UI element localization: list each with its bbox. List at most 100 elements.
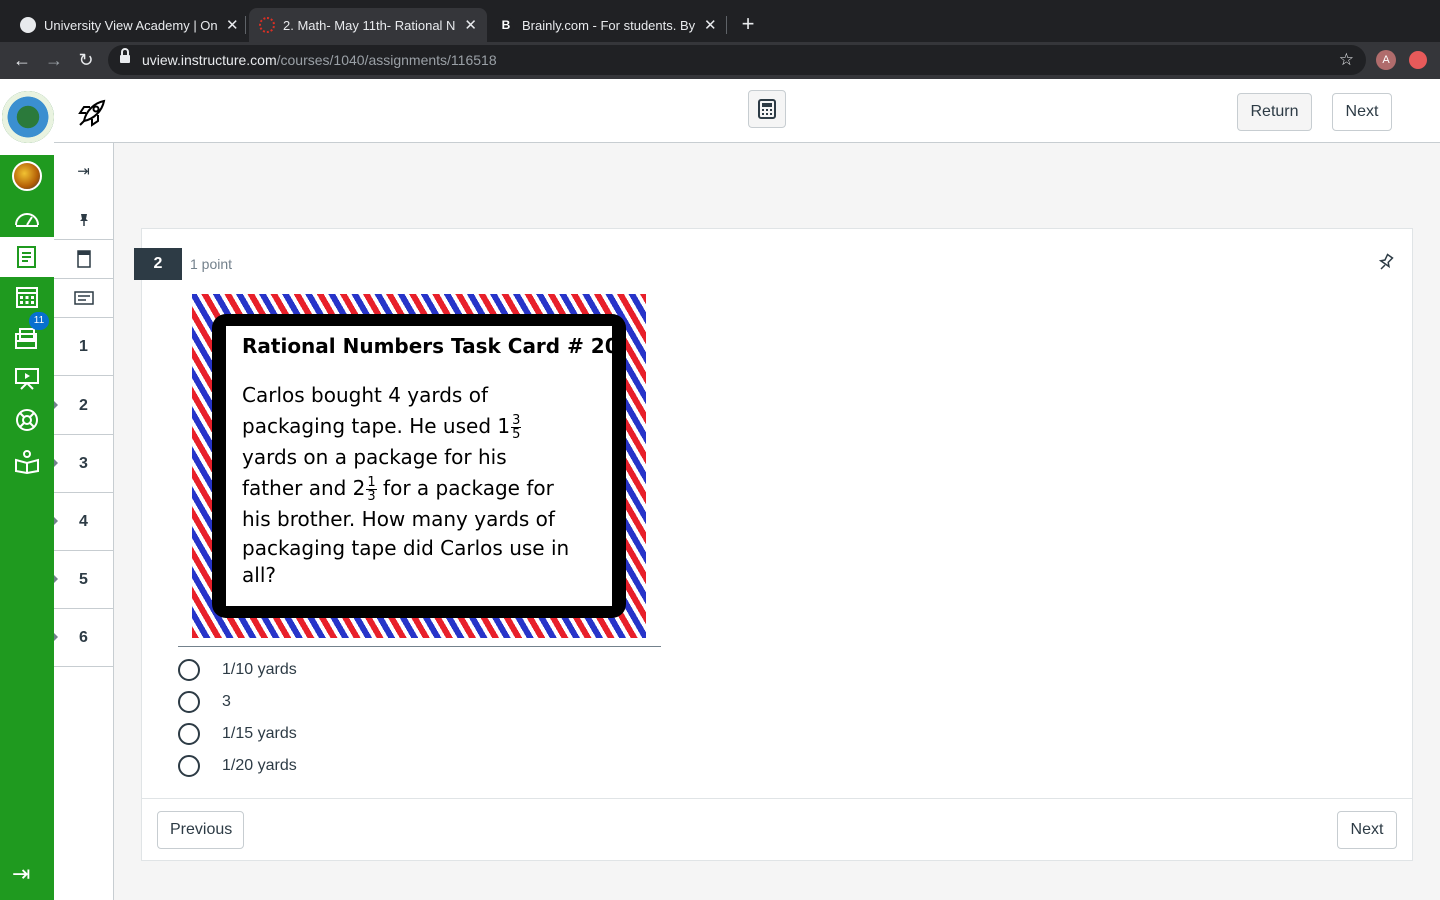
fraction: 13 bbox=[366, 476, 377, 504]
caret-icon bbox=[54, 459, 58, 467]
close-icon[interactable]: ✕ bbox=[464, 16, 477, 34]
radio-button[interactable] bbox=[178, 723, 200, 745]
global-navigation: 11 ⇥ bbox=[0, 79, 54, 900]
courses-nav-item[interactable] bbox=[0, 237, 54, 277]
caret-icon bbox=[54, 633, 58, 641]
top-next-button[interactable]: Next bbox=[1332, 93, 1392, 131]
list-icon bbox=[73, 291, 94, 305]
card-footer-divider bbox=[141, 798, 1413, 799]
inbox-nav-item[interactable]: 11 bbox=[0, 312, 54, 358]
tab-separator bbox=[726, 16, 727, 34]
task-card-title: Rational Numbers Task Card # 20 bbox=[242, 334, 619, 358]
answer-option[interactable]: 3 bbox=[178, 690, 231, 714]
radio-button[interactable] bbox=[178, 659, 200, 681]
pin-filter-icon[interactable] bbox=[54, 201, 113, 240]
fraction: 35 bbox=[511, 413, 522, 442]
help-icon bbox=[16, 409, 38, 431]
question-nav-2[interactable]: 2 bbox=[54, 377, 113, 435]
globe-icon bbox=[20, 17, 36, 33]
caret-icon bbox=[54, 401, 58, 409]
radio-button[interactable] bbox=[178, 691, 200, 713]
profile-avatar[interactable]: A bbox=[1376, 50, 1396, 70]
caret-icon bbox=[54, 517, 58, 525]
return-button[interactable]: Return bbox=[1237, 93, 1312, 131]
tab-separator bbox=[245, 16, 246, 34]
answer-label: 1/10 yards bbox=[222, 661, 297, 678]
browser-tab-math[interactable]: 2. Math- May 11th- Rational Nu ✕ bbox=[249, 8, 487, 42]
numerator: 3 bbox=[511, 413, 522, 428]
brainly-icon: B bbox=[498, 17, 514, 33]
task-line: his brother. How many yards of bbox=[242, 507, 555, 531]
bottom-next-button[interactable]: Next bbox=[1337, 811, 1397, 849]
rocket-icon bbox=[78, 99, 106, 127]
question-number-badge: 2 bbox=[134, 248, 182, 280]
radio-button[interactable] bbox=[178, 755, 200, 777]
pin-icon bbox=[79, 214, 88, 226]
task-text: packaging tape. He used 1 bbox=[242, 414, 511, 438]
task-card-content: Rational Numbers Task Card # 20 Carlos b… bbox=[226, 326, 619, 606]
question-nav-5[interactable]: 5 bbox=[54, 551, 113, 609]
answer-label: 1/15 yards bbox=[222, 725, 297, 742]
help-nav-item[interactable] bbox=[0, 400, 54, 440]
task-line: yards on a package for his bbox=[242, 445, 507, 469]
forward-arrow-icon[interactable]: → bbox=[42, 48, 66, 72]
studio-icon bbox=[15, 368, 39, 390]
task-text: for a package for bbox=[376, 476, 554, 500]
close-icon[interactable]: ✕ bbox=[704, 16, 717, 34]
caret-icon bbox=[54, 575, 58, 583]
answer-option[interactable]: 1/20 yards bbox=[178, 754, 297, 778]
bookmark-star-icon[interactable]: ☆ bbox=[1339, 50, 1354, 70]
browser-tab-brainly[interactable]: B Brainly.com - For students. By ✕ bbox=[488, 8, 727, 42]
question-nav-4[interactable]: 4 bbox=[54, 493, 113, 551]
courses-icon bbox=[17, 246, 36, 268]
back-arrow-icon[interactable]: ← bbox=[10, 48, 34, 72]
task-line: Carlos bought 4 yards of bbox=[242, 383, 488, 407]
previous-button[interactable]: Previous bbox=[157, 811, 244, 849]
quiz-topbar: Return Next bbox=[54, 79, 1440, 143]
answer-option[interactable]: 1/10 yards bbox=[178, 658, 297, 682]
answer-label: 3 bbox=[222, 693, 231, 710]
notes-icon[interactable] bbox=[54, 279, 113, 318]
inbox-badge: 11 bbox=[29, 312, 49, 330]
dashboard-icon bbox=[15, 213, 39, 227]
browser-toolbar: ← → ↻ uview.instructure.com/courses/1040… bbox=[0, 42, 1440, 79]
close-icon[interactable]: ✕ bbox=[226, 16, 239, 34]
task-line: packaging tape. He used 135 bbox=[242, 411, 582, 442]
answer-label: 1/20 yards bbox=[222, 757, 297, 774]
calculator-button[interactable] bbox=[748, 90, 786, 128]
library-icon bbox=[15, 450, 39, 474]
collapse-nav-icon[interactable]: ⇥ bbox=[12, 861, 30, 887]
bookmark-icon[interactable] bbox=[54, 240, 113, 279]
page-icon bbox=[76, 250, 91, 268]
task-text: father and 2 bbox=[242, 476, 366, 500]
browser-tab-university[interactable]: University View Academy | Onl ✕ bbox=[10, 8, 249, 42]
extension-icon[interactable] bbox=[1409, 51, 1427, 69]
question-sidebar: ⇥ 1 2 3 4 5 6 bbox=[54, 143, 114, 900]
loading-icon bbox=[259, 17, 275, 33]
studio-nav-item[interactable] bbox=[0, 359, 54, 399]
task-card-body: Carlos bought 4 yards of packaging tape.… bbox=[242, 380, 582, 589]
denominator: 3 bbox=[367, 489, 376, 504]
question-points: 1 point bbox=[190, 256, 233, 272]
browser-tab-bar: University View Academy | Onl ✕ 2. Math-… bbox=[0, 0, 1440, 42]
lock-icon bbox=[120, 48, 130, 65]
reload-icon[interactable]: ↻ bbox=[74, 48, 98, 72]
calendar-nav-item[interactable] bbox=[0, 277, 54, 317]
school-seal-icon bbox=[2, 91, 54, 143]
answer-option[interactable]: 1/15 yards bbox=[178, 722, 297, 746]
task-card-image: Rational Numbers Task Card # 20 Carlos b… bbox=[192, 294, 646, 638]
url-text: uview.instructure.com/courses/1040/assig… bbox=[142, 52, 497, 68]
account-nav-item[interactable] bbox=[0, 156, 54, 196]
new-tab-button[interactable]: + bbox=[736, 10, 760, 38]
question-nav-3[interactable]: 3 bbox=[54, 435, 113, 493]
question-nav-6[interactable]: 6 bbox=[54, 609, 113, 667]
library-nav-item[interactable] bbox=[0, 441, 54, 481]
denominator: 5 bbox=[512, 427, 521, 442]
pin-question-icon[interactable] bbox=[1376, 252, 1396, 272]
task-card-frame: Rational Numbers Task Card # 20 Carlos b… bbox=[212, 314, 626, 618]
school-logo[interactable] bbox=[0, 79, 54, 155]
question-nav-1[interactable]: 1 bbox=[54, 318, 113, 376]
address-bar[interactable]: uview.instructure.com/courses/1040/assig… bbox=[108, 45, 1366, 75]
dashboard-nav-item[interactable] bbox=[0, 199, 54, 239]
expand-sidebar-icon[interactable]: ⇥ bbox=[54, 151, 113, 191]
